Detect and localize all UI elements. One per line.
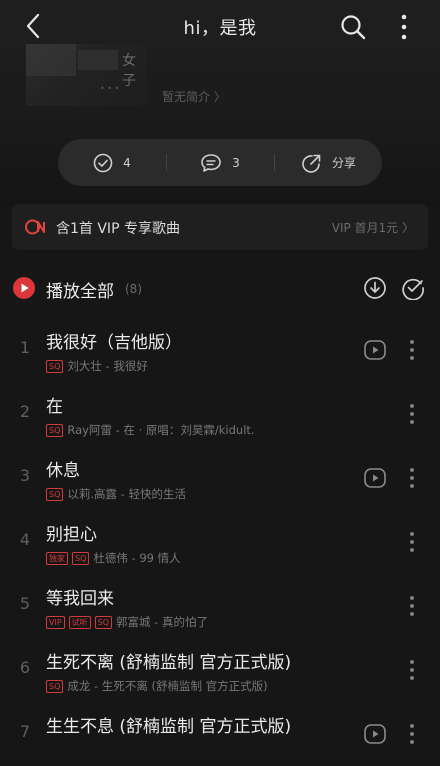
song-artist: 郭富城 - 真的怕了 [116, 615, 208, 629]
like-count: 4 [123, 155, 131, 170]
song-more-icon[interactable] [404, 465, 420, 491]
song-artist: 以莉.高露 - 轻快的生活 [67, 487, 186, 501]
comment-count: 3 [232, 155, 240, 170]
song-title: 休息 [46, 461, 80, 481]
search-icon[interactable] [338, 12, 368, 42]
song-meta: VIP 试听 SQ 郭富城 - 真的怕了 [46, 614, 208, 630]
song-more-icon[interactable] [404, 657, 420, 683]
share-button[interactable]: 分享 [274, 139, 382, 186]
quality-badge: 试听 [68, 615, 91, 629]
song-artist: 杜德伟 - 99 情人 [93, 551, 181, 565]
vip-banner[interactable]: 含1首 VIP 专享歌曲 VIP 首月1元 〉 [12, 204, 428, 250]
song-row[interactable]: 2 在 SQ Ray阿雷 - 在 · 原唱：刘昊霖/kidult. [0, 384, 440, 446]
download-icon[interactable] [363, 276, 387, 300]
share-icon [302, 154, 321, 173]
quality-badge: SQ [46, 359, 64, 373]
multi-select-icon[interactable] [401, 276, 425, 300]
song-row[interactable]: 7 生生不息 (舒楠监制 官方正式版) [0, 704, 440, 766]
quality-badge: VIP [46, 615, 65, 629]
song-index: 1 [19, 338, 31, 357]
cover-text: 女子 [122, 53, 136, 89]
song-artist: 刘大壮 - 我很好 [67, 359, 148, 373]
check-circle-icon [93, 153, 113, 172]
song-more-icon[interactable] [404, 529, 420, 555]
song-index: 5 [19, 594, 31, 613]
quality-badge: SQ [72, 551, 90, 565]
quality-badge: SQ [46, 487, 64, 501]
song-more-icon[interactable] [404, 337, 420, 363]
song-index: 4 [19, 530, 31, 549]
song-count: (8) [125, 282, 142, 296]
song-title: 生死不离 (舒楠监制 官方正式版) [46, 653, 292, 673]
play-all-label: 播放全部 [46, 282, 114, 302]
song-index: 6 [19, 658, 31, 677]
song-row[interactable]: 5 等我回来 VIP 试听 SQ 郭富城 - 真的怕了 [0, 576, 440, 638]
quality-badge: SQ [94, 615, 113, 629]
comment-icon [201, 153, 221, 172]
comment-button[interactable]: 3 [166, 139, 274, 186]
mv-play-icon[interactable] [363, 722, 387, 746]
song-meta: 独家 SQ 杜德伟 - 99 情人 [46, 550, 181, 566]
like-button[interactable]: 4 [58, 139, 166, 186]
song-meta: SQ Ray阿雷 - 在 · 原唱：刘昊霖/kidult. [46, 422, 255, 438]
song-more-icon[interactable] [404, 721, 420, 747]
quality-badge: SQ [46, 679, 64, 693]
song-index: 2 [19, 402, 31, 421]
quality-badge: SQ [46, 423, 64, 437]
quality-badge: 独家 [46, 551, 68, 565]
playlist-cover[interactable]: 女子 • • • [26, 44, 146, 106]
vip-logo-icon [25, 219, 45, 235]
share-label: 分享 [331, 156, 356, 170]
play-all-row[interactable]: 播放全部 (8) [0, 268, 440, 308]
play-all-icon[interactable] [13, 277, 35, 299]
vip-offer-link[interactable]: VIP 首月1元 〉 [332, 219, 414, 236]
song-artist: 成龙 - 生死不离 (舒楠监制 官方正式版) [67, 679, 268, 693]
song-artist: Ray阿雷 - 在 · 原唱：刘昊霖/kidult. [67, 423, 255, 437]
song-meta: SQ 以莉.高露 - 轻快的生活 [46, 486, 186, 502]
action-pill: 4 3 分享 [58, 139, 382, 186]
mv-play-icon[interactable] [363, 338, 387, 362]
song-title: 别担心 [46, 525, 97, 545]
cover-shade [78, 50, 118, 70]
more-vertical-icon[interactable] [392, 12, 416, 42]
song-row[interactable]: 6 生死不离 (舒楠监制 官方正式版) SQ 成龙 - 生死不离 (舒楠监制 官方正式… [0, 640, 440, 702]
song-meta: SQ 刘大壮 - 我很好 [46, 358, 148, 374]
mv-play-icon[interactable] [363, 466, 387, 490]
song-title: 在 [46, 397, 63, 417]
cover-dots: • • • [100, 84, 120, 93]
vip-banner-text: 含1首 VIP 专享歌曲 [56, 221, 180, 237]
song-row[interactable]: 4 别担心独家 SQ 杜德伟 - 99 情人 [0, 512, 440, 574]
song-title: 我很好（吉他版） [46, 333, 182, 353]
song-more-icon[interactable] [404, 401, 420, 427]
song-meta: SQ 成龙 - 生死不离 (舒楠监制 官方正式版) [46, 678, 268, 694]
song-index: 3 [19, 466, 31, 485]
song-title: 等我回来 [46, 589, 114, 609]
song-title: 生生不息 (舒楠监制 官方正式版) [46, 717, 292, 737]
cover-shade [26, 44, 76, 76]
page-title: hi，是我 [183, 18, 257, 39]
song-row[interactable]: 3 休息 SQ 以莉.高露 - 轻快的生活 [0, 448, 440, 510]
song-more-icon[interactable] [404, 593, 420, 619]
playlist-intro-link[interactable]: 暂无简介 〉 [162, 88, 226, 105]
song-row[interactable]: 1 我很好（吉他版） SQ 刘大壮 - 我很好 [0, 320, 440, 382]
